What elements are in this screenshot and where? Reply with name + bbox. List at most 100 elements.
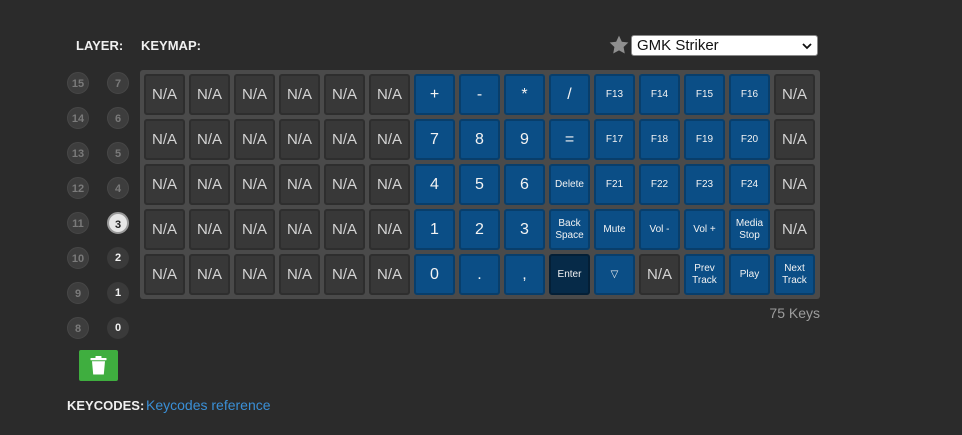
key-r4-c3[interactable]: N/A — [279, 254, 320, 295]
key-label: 8 — [475, 130, 484, 148]
key-r1-c5[interactable]: N/A — [369, 119, 410, 160]
key-r1-c0[interactable]: N/A — [144, 119, 185, 160]
key-r1-c13[interactable]: F20 — [729, 119, 770, 160]
key-r3-c0[interactable]: N/A — [144, 209, 185, 250]
key-r3-c14[interactable]: N/A — [774, 209, 815, 250]
key-r1-c8[interactable]: 9 — [504, 119, 545, 160]
layer-button-8[interactable]: 8 — [67, 317, 89, 339]
key-r4-c10[interactable]: ▽ — [594, 254, 635, 295]
key-r2-c7[interactable]: 5 — [459, 164, 500, 205]
layer-button-2[interactable]: 2 — [107, 247, 129, 269]
key-r0-c9[interactable]: / — [549, 74, 590, 115]
layer-button-7[interactable]: 7 — [107, 72, 129, 94]
key-r4-c1[interactable]: N/A — [189, 254, 230, 295]
key-r0-c0[interactable]: N/A — [144, 74, 185, 115]
key-r0-c5[interactable]: N/A — [369, 74, 410, 115]
key-r1-c4[interactable]: N/A — [324, 119, 365, 160]
key-r3-c7[interactable]: 2 — [459, 209, 500, 250]
key-r2-c10[interactable]: F21 — [594, 164, 635, 205]
key-r0-c11[interactable]: F14 — [639, 74, 680, 115]
key-r0-c7[interactable]: - — [459, 74, 500, 115]
key-r4-c0[interactable]: N/A — [144, 254, 185, 295]
key-r3-c13[interactable]: Media Stop — [729, 209, 770, 250]
layer-button-11[interactable]: 11 — [67, 212, 89, 234]
key-r1-c2[interactable]: N/A — [234, 119, 275, 160]
key-r4-c9[interactable]: Enter — [549, 254, 590, 295]
star-icon[interactable] — [608, 34, 630, 56]
key-r1-c1[interactable]: N/A — [189, 119, 230, 160]
key-r2-c12[interactable]: F23 — [684, 164, 725, 205]
layer-button-12[interactable]: 12 — [67, 177, 89, 199]
key-r3-c9[interactable]: Back Space — [549, 209, 590, 250]
key-r2-c13[interactable]: F24 — [729, 164, 770, 205]
key-r0-c13[interactable]: F16 — [729, 74, 770, 115]
layer-button-9[interactable]: 9 — [67, 282, 89, 304]
keycodes-reference-link[interactable]: Keycodes reference — [146, 397, 271, 413]
layer-button-0[interactable]: 0 — [107, 317, 129, 339]
layer-button-4[interactable]: 4 — [107, 177, 129, 199]
key-r1-c12[interactable]: F19 — [684, 119, 725, 160]
key-r1-c6[interactable]: 7 — [414, 119, 455, 160]
key-r3-c11[interactable]: Vol - — [639, 209, 680, 250]
key-r1-c7[interactable]: 8 — [459, 119, 500, 160]
layer-button-1[interactable]: 1 — [107, 282, 129, 304]
key-r4-c4[interactable]: N/A — [324, 254, 365, 295]
layer-button-5[interactable]: 5 — [107, 142, 129, 164]
key-r2-c14[interactable]: N/A — [774, 164, 815, 205]
key-r2-c4[interactable]: N/A — [324, 164, 365, 205]
key-r2-c6[interactable]: 4 — [414, 164, 455, 205]
chevron-down-icon — [802, 43, 812, 50]
key-r0-c4[interactable]: N/A — [324, 74, 365, 115]
key-r0-c14[interactable]: N/A — [774, 74, 815, 115]
key-r3-c1[interactable]: N/A — [189, 209, 230, 250]
key-r0-c12[interactable]: F15 — [684, 74, 725, 115]
key-r2-c11[interactable]: F22 — [639, 164, 680, 205]
layer-button-6[interactable]: 6 — [107, 107, 129, 129]
key-r3-c5[interactable]: N/A — [369, 209, 410, 250]
key-r1-c11[interactable]: F18 — [639, 119, 680, 160]
key-r3-c12[interactable]: Vol + — [684, 209, 725, 250]
key-r4-c2[interactable]: N/A — [234, 254, 275, 295]
keymap-label: KEYMAP: — [141, 38, 201, 53]
key-r4-c12[interactable]: Prev Track — [684, 254, 725, 295]
layer-button-10[interactable]: 10 — [67, 247, 89, 269]
key-r0-c8[interactable]: * — [504, 74, 545, 115]
key-r3-c3[interactable]: N/A — [279, 209, 320, 250]
key-r3-c2[interactable]: N/A — [234, 209, 275, 250]
key-r4-c14[interactable]: Next Track — [774, 254, 815, 295]
key-r2-c2[interactable]: N/A — [234, 164, 275, 205]
key-r3-c8[interactable]: 3 — [504, 209, 545, 250]
key-r4-c7[interactable]: . — [459, 254, 500, 295]
key-r2-c1[interactable]: N/A — [189, 164, 230, 205]
key-r3-c6[interactable]: 1 — [414, 209, 455, 250]
key-r0-c3[interactable]: N/A — [279, 74, 320, 115]
key-r4-c8[interactable]: , — [504, 254, 545, 295]
layer-button-15[interactable]: 15 — [67, 72, 89, 94]
layer-button-3[interactable]: 3 — [107, 212, 129, 234]
key-r1-c14[interactable]: N/A — [774, 119, 815, 160]
key-r4-c11[interactable]: N/A — [639, 254, 680, 295]
key-label: Media Stop — [735, 217, 764, 241]
key-r1-c3[interactable]: N/A — [279, 119, 320, 160]
key-r2-c8[interactable]: 6 — [504, 164, 545, 205]
key-r4-c6[interactable]: 0 — [414, 254, 455, 295]
key-r0-c2[interactable]: N/A — [234, 74, 275, 115]
key-r2-c3[interactable]: N/A — [279, 164, 320, 205]
layer-button-14[interactable]: 14 — [67, 107, 89, 129]
key-r2-c5[interactable]: N/A — [369, 164, 410, 205]
delete-layer-button[interactable] — [79, 350, 118, 381]
layer-button-13[interactable]: 13 — [67, 142, 89, 164]
key-label: 3 — [520, 220, 529, 238]
key-r0-c1[interactable]: N/A — [189, 74, 230, 115]
theme-select[interactable]: GMK Striker — [631, 35, 818, 56]
key-r0-c10[interactable]: F13 — [594, 74, 635, 115]
key-r4-c13[interactable]: Play — [729, 254, 770, 295]
key-r4-c5[interactable]: N/A — [369, 254, 410, 295]
key-r2-c9[interactable]: Delete — [549, 164, 590, 205]
key-r3-c4[interactable]: N/A — [324, 209, 365, 250]
key-r2-c0[interactable]: N/A — [144, 164, 185, 205]
key-r1-c10[interactable]: F17 — [594, 119, 635, 160]
key-r0-c6[interactable]: + — [414, 74, 455, 115]
key-r1-c9[interactable]: = — [549, 119, 590, 160]
key-r3-c10[interactable]: Mute — [594, 209, 635, 250]
